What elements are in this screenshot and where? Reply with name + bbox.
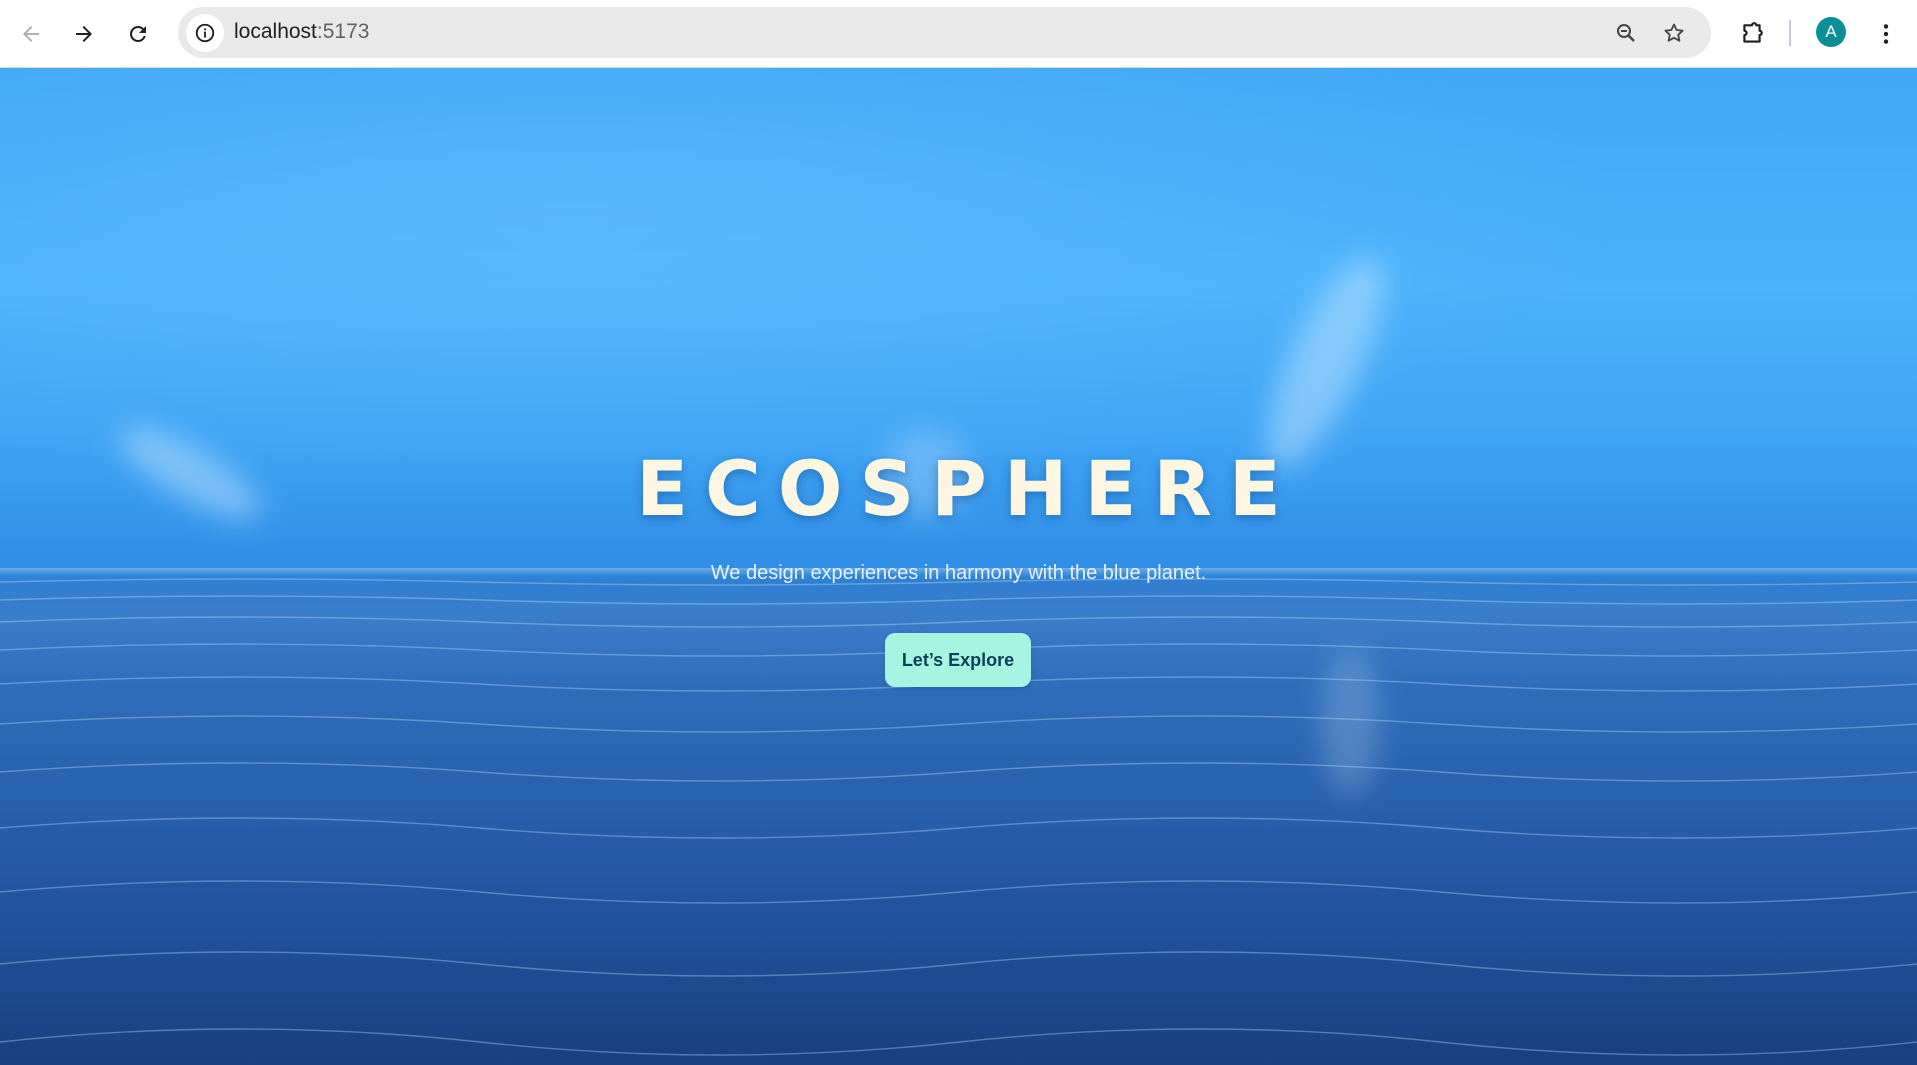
site-info-icon xyxy=(195,23,215,43)
hero-tagline: We design experiences in harmony with th… xyxy=(710,562,1207,584)
bookmark-button[interactable] xyxy=(1660,19,1688,47)
explore-button[interactable]: Let’s Explore xyxy=(885,633,1031,687)
reload-button[interactable] xyxy=(118,14,158,54)
toolbar-divider xyxy=(1789,20,1791,46)
back-button[interactable] xyxy=(11,14,51,54)
hero-title: ECOSPHERE xyxy=(636,444,1298,533)
more-menu-icon xyxy=(1883,24,1889,44)
site-info-button[interactable] xyxy=(186,14,224,52)
url-host: localhost xyxy=(234,20,317,43)
extensions-button[interactable] xyxy=(1732,14,1772,54)
url-port: :5173 xyxy=(316,20,370,43)
bookmark-star-icon xyxy=(1664,23,1684,42)
reload-icon xyxy=(130,25,146,42)
more-menu-button[interactable] xyxy=(1866,14,1906,54)
address-bar[interactable]: localhost:5173 xyxy=(178,7,1711,58)
back-arrow-icon xyxy=(23,26,39,42)
url-text[interactable]: localhost:5173 xyxy=(234,20,369,44)
extensions-icon xyxy=(1743,22,1763,43)
zoom-icon xyxy=(1617,24,1635,42)
browser-toolbar: localhost:5173 A xyxy=(0,0,1917,68)
zoom-button[interactable] xyxy=(1612,19,1640,47)
forward-arrow-icon xyxy=(76,26,92,42)
forward-button[interactable] xyxy=(64,14,104,54)
profile-avatar[interactable]: A xyxy=(1816,17,1846,47)
hero-section: ECOSPHERE We design experiences in harmo… xyxy=(0,68,1917,1065)
